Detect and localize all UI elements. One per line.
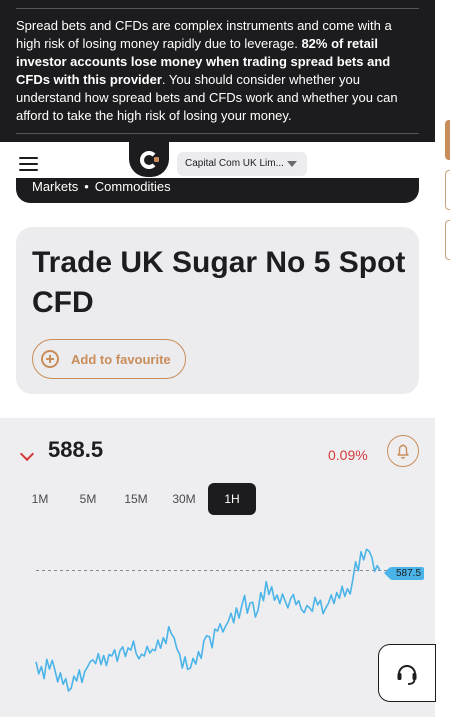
side-tab-button[interactable] xyxy=(445,120,450,160)
price-chart[interactable] xyxy=(0,520,435,717)
timeframe-5m[interactable]: 5M xyxy=(64,483,112,515)
timeframe-15m[interactable]: 15M xyxy=(112,483,160,515)
timeframe-1m[interactable]: 1M xyxy=(16,483,64,515)
price-line-series xyxy=(35,548,381,692)
page-title: Trade UK Sugar No 5 Spot CFD xyxy=(32,246,406,319)
chevron-down-icon xyxy=(287,161,297,167)
bell-icon xyxy=(397,444,409,459)
timeframe-30m[interactable]: 30M xyxy=(160,483,208,515)
add-to-favourite-label: Add to favourite xyxy=(71,351,171,367)
entity-select[interactable]: Capital Com UK Lim... xyxy=(177,152,307,176)
add-to-favourite-button[interactable]: Add to favourite xyxy=(32,339,186,379)
divider xyxy=(16,8,419,9)
risk-warning-banner: Spread bets and CFDs are complex instrum… xyxy=(0,0,435,142)
plus-circle-icon xyxy=(41,350,59,368)
menu-icon[interactable] xyxy=(19,157,38,171)
breadcrumb-separator: • xyxy=(84,179,89,194)
logo[interactable] xyxy=(129,142,169,177)
price-change-percent: 0.09% xyxy=(328,447,368,463)
divider xyxy=(16,133,419,134)
instrument-card: Trade UK Sugar No 5 Spot CFD Add to favo… xyxy=(16,227,419,394)
side-tab-button[interactable] xyxy=(445,170,450,210)
current-price: 588.5 xyxy=(48,437,104,462)
timeframe-1h[interactable]: 1H xyxy=(208,483,256,515)
risk-warning-text: Spread bets and CFDs are complex instrum… xyxy=(16,18,398,123)
breadcrumb-item-commodities[interactable]: Commodities xyxy=(95,179,171,194)
support-chat-button[interactable] xyxy=(378,644,436,702)
logo-mark xyxy=(140,150,159,169)
side-panel xyxy=(435,0,450,717)
breadcrumb-item-markets[interactable]: Markets xyxy=(32,179,78,194)
side-tab-button[interactable] xyxy=(445,220,450,260)
current-price-tag: 587.5 xyxy=(383,567,425,580)
entity-select-value: Capital Com UK Lim... xyxy=(185,158,284,169)
headset-icon xyxy=(397,665,417,685)
price-alert-button[interactable] xyxy=(387,435,419,467)
breadcrumb: Markets • Commodities xyxy=(16,178,419,203)
